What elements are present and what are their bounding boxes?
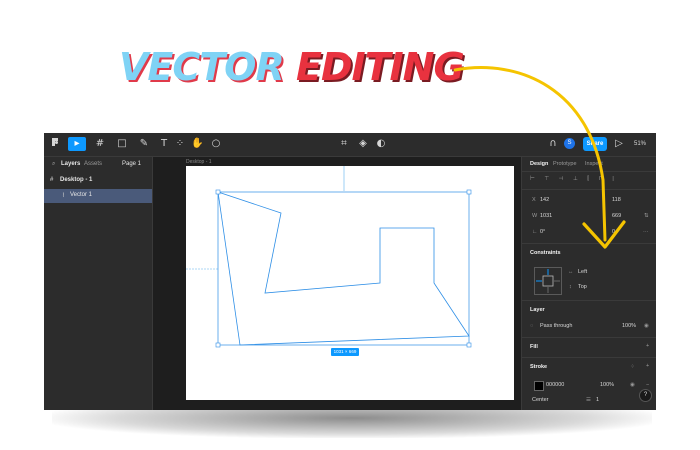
annotation-arrow xyxy=(453,66,626,249)
